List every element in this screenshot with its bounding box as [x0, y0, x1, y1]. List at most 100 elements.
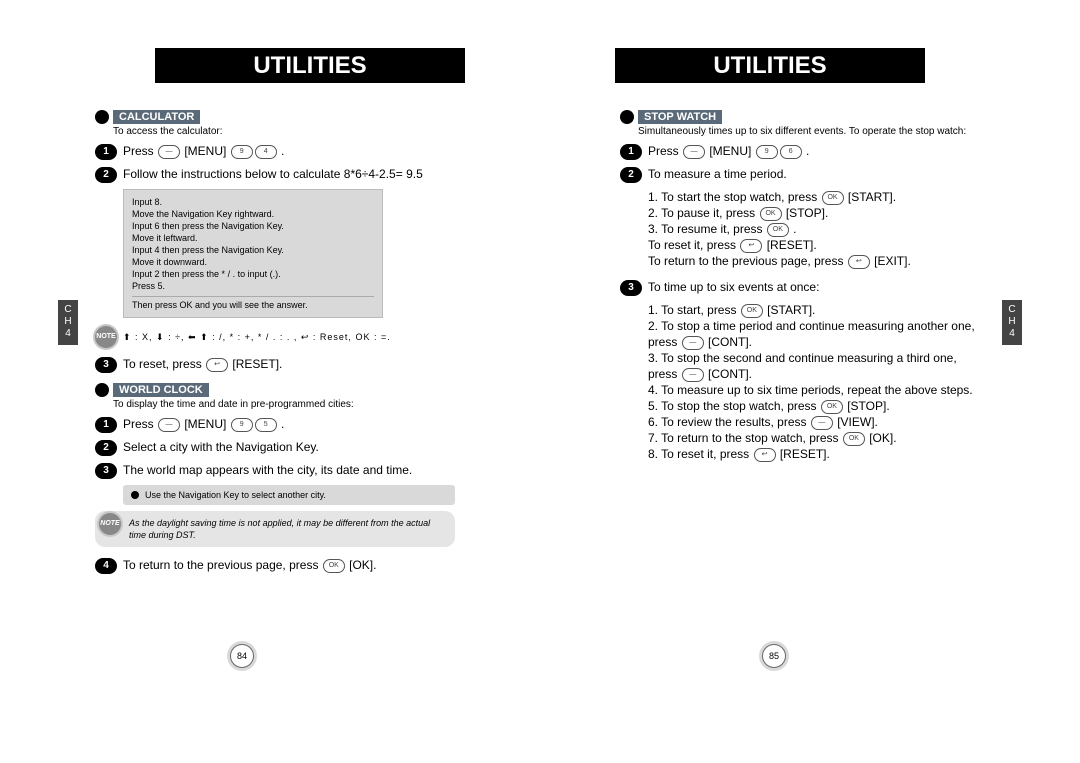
bullet-icon	[95, 110, 109, 124]
step-text: To time up to six events at once:	[648, 279, 819, 296]
left-content: CALCULATOR To access the calculator: 1 P…	[95, 100, 455, 580]
step-text: Press — [MENU] 95 .	[123, 416, 284, 433]
list-item: To reset it, press ↩ [RESET].	[648, 237, 980, 253]
wc-step-3: 3 The world map appears with the city, i…	[95, 462, 455, 479]
page-title: UTILITIES	[615, 48, 925, 83]
example-line: Move it downward.	[132, 256, 374, 268]
bullet-icon	[95, 383, 109, 397]
section-calculator: CALCULATOR	[95, 110, 455, 124]
ops-text: ⬆ : X, ⬇ : ÷, ⬅ ⬆ : /, * : +, * / . : . …	[123, 326, 391, 348]
back-key-icon: ↩	[206, 358, 228, 372]
sw-step-3-list: 1. To start, press OK [START].2. To stop…	[648, 302, 980, 462]
key-9-icon: 9	[231, 418, 253, 432]
step-number: 2	[95, 167, 117, 183]
step-text: The world map appears with the city, its…	[123, 462, 412, 479]
example-line: Input 6 then press the Navigation Key.	[132, 220, 374, 232]
page-right: UTILITIES C H 4 STOP WATCH Simultaneousl…	[540, 0, 1080, 763]
wc-step-4: 4 To return to the previous page, press …	[95, 557, 455, 574]
bullet-icon	[131, 491, 139, 499]
sw-step-2: 2 To measure a time period.	[620, 166, 980, 183]
step-number: 4	[95, 558, 117, 574]
step-number: 1	[95, 144, 117, 160]
step-number: 1	[620, 144, 642, 160]
wc-tip: Use the Navigation Key to select another…	[123, 485, 455, 505]
tip-text: Use the Navigation Key to select another…	[145, 489, 326, 501]
wc-step-2: 2 Select a city with the Navigation Key.	[95, 439, 455, 456]
example-line: Press 5.	[132, 280, 374, 292]
step-text: Select a city with the Navigation Key.	[123, 439, 319, 456]
key-icon: ↩	[848, 255, 870, 269]
step-text: Press — [MENU] 96 .	[648, 143, 809, 160]
example-result: Then press OK and you will see the answe…	[132, 296, 374, 311]
step-text: Follow the instructions below to calcula…	[123, 166, 423, 183]
key-icon: ↩	[740, 239, 762, 253]
example-line: Move it leftward.	[132, 232, 374, 244]
calc-intro: To access the calculator:	[113, 126, 455, 137]
right-content: STOP WATCH Simultaneously times up to si…	[620, 100, 980, 462]
manual-spread: UTILITIES C H 4 CALCULATOR To access the…	[0, 0, 1080, 763]
key-icon: OK	[767, 223, 789, 237]
sw-step-2-list: 1. To start the stop watch, press OK [ST…	[648, 189, 980, 269]
softkey-icon: —	[158, 145, 180, 159]
key-6-icon: 6	[780, 145, 802, 159]
section-title: WORLD CLOCK	[113, 383, 209, 397]
note-icon: NOTE	[95, 326, 117, 348]
example-line: Input 8.	[132, 196, 374, 208]
list-item: 1. To start the stop watch, press OK [ST…	[648, 189, 980, 205]
step-number: 3	[95, 357, 117, 373]
calc-step-3: 3 To reset, press ↩ [RESET].	[95, 356, 455, 373]
section-title: STOP WATCH	[638, 110, 722, 124]
sw-step-3: 3 To time up to six events at once:	[620, 279, 980, 296]
step-number: 1	[95, 417, 117, 433]
calc-ops-note: NOTE ⬆ : X, ⬇ : ÷, ⬅ ⬆ : /, * : +, * / .…	[95, 326, 455, 348]
example-line: Input 2 then press the * / . to input (.…	[132, 268, 374, 280]
wc-step-1: 1 Press — [MENU] 95 .	[95, 416, 455, 433]
bullet-icon	[620, 110, 634, 124]
list-item: 8. To reset it, press ↩ [RESET].	[648, 446, 980, 462]
key-9-icon: 9	[231, 145, 253, 159]
step-text: To return to the previous page, press OK…	[123, 557, 376, 574]
sw-intro: Simultaneously times up to six different…	[638, 126, 980, 137]
example-line: Input 4 then press the Navigation Key.	[132, 244, 374, 256]
list-item: 3. To stop the second and continue measu…	[648, 350, 980, 382]
page-number: 85	[762, 644, 786, 668]
chapter-tab: C H 4	[1002, 300, 1022, 345]
section-stop-watch: STOP WATCH	[620, 110, 980, 124]
step-number: 2	[620, 167, 642, 183]
key-9-icon: 9	[756, 145, 778, 159]
key-icon: OK	[741, 304, 763, 318]
softkey-icon: —	[158, 418, 180, 432]
page-number: 84	[230, 644, 254, 668]
calc-example-box: Input 8. Move the Navigation Key rightwa…	[123, 189, 383, 318]
wc-dst-note: NOTE As the daylight saving time is not …	[95, 511, 455, 547]
key-icon: OK	[843, 432, 865, 446]
key-icon: —	[682, 368, 704, 382]
example-line: Move the Navigation Key rightward.	[132, 208, 374, 220]
step-number: 3	[620, 280, 642, 296]
list-item: 3. To resume it, press OK .	[648, 221, 980, 237]
calc-step-1: 1 Press — [MENU] 94 .	[95, 143, 455, 160]
ok-key-icon: OK	[323, 559, 345, 573]
key-4-icon: 4	[255, 145, 277, 159]
list-item: 1. To start, press OK [START].	[648, 302, 980, 318]
list-item: 4. To measure up to six time periods, re…	[648, 382, 980, 398]
sw-step-1: 1 Press — [MENU] 96 .	[620, 143, 980, 160]
calc-step-2: 2 Follow the instructions below to calcu…	[95, 166, 455, 183]
list-item: To return to the previous page, press ↩ …	[648, 253, 980, 269]
list-item: 2. To pause it, press OK [STOP].	[648, 205, 980, 221]
list-item: 6. To review the results, press — [VIEW]…	[648, 414, 980, 430]
wc-intro: To display the time and date in pre-prog…	[113, 399, 455, 410]
step-number: 2	[95, 440, 117, 456]
section-world-clock: WORLD CLOCK	[95, 383, 455, 397]
list-item: 5. To stop the stop watch, press OK [STO…	[648, 398, 980, 414]
step-text: To reset, press ↩ [RESET].	[123, 356, 282, 373]
key-icon: OK	[760, 207, 782, 221]
key-5-icon: 5	[255, 418, 277, 432]
page-title: UTILITIES	[155, 48, 465, 83]
list-item: 7. To return to the stop watch, press OK…	[648, 430, 980, 446]
note-icon: NOTE	[99, 513, 121, 535]
key-icon: —	[682, 336, 704, 350]
chapter-tab: C H 4	[58, 300, 78, 345]
dst-text: As the daylight saving time is not appli…	[129, 518, 430, 540]
key-icon: —	[811, 416, 833, 430]
